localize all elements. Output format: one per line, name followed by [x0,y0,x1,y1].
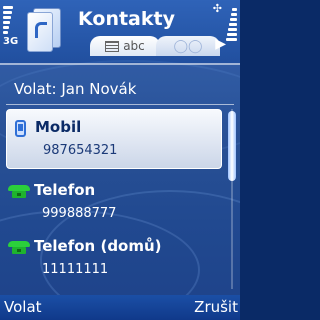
tab-groups[interactable]: ◯◯ [156,36,220,56]
item-label: Mobil [35,118,82,136]
tab-contacts[interactable]: abc [90,36,160,56]
tab-label: abc [123,39,145,53]
tab-bar: abc ◯◯ [90,36,226,56]
phone-screen: 3G Kontakty ✣ abc ◯◯ ▶ Volat: Jan Novák … [0,0,240,320]
cancel-softkey[interactable]: Zrušit [194,298,238,316]
call-heading: Volat: Jan Novák [14,80,137,98]
call-softkey[interactable]: Volat [4,298,42,316]
landline-phone-icon [8,185,30,199]
softkey-bar: Volat Zrušit [0,295,240,320]
scroll-thumb[interactable] [228,111,236,181]
item-label: Telefon (domů) [34,237,162,255]
network-type-label: 3G [3,36,19,47]
call-number-list: Volat: Jan Novák Mobil 987654321 Telefon… [0,63,240,295]
mobile-phone-icon [15,120,26,137]
list-item-phone[interactable]: Telefon 999888777 [6,173,222,233]
divider [6,104,234,105]
item-number: 11111111 [42,262,109,277]
battery-icon [226,6,237,54]
contacts-book-icon [27,6,65,52]
contact-list-icon [105,40,120,52]
groups-icon: ◯◯ [173,38,203,54]
title-bar: 3G Kontakty ✣ abc ◯◯ ▶ [0,0,240,60]
list-item-phone-home[interactable]: Telefon (domů) 11111111 [6,229,222,289]
scrollbar[interactable] [228,109,236,289]
item-label: Telefon [34,181,96,199]
tab-next-arrow-icon[interactable]: ▶ [215,36,226,52]
landline-phone-icon [8,241,30,255]
list-item-mobile[interactable]: Mobil 987654321 [6,109,222,169]
item-number: 999888777 [42,206,117,221]
charging-indicator-icon: ✣ [212,2,222,15]
page-title: Kontakty [78,8,175,30]
item-number: 987654321 [43,143,118,158]
